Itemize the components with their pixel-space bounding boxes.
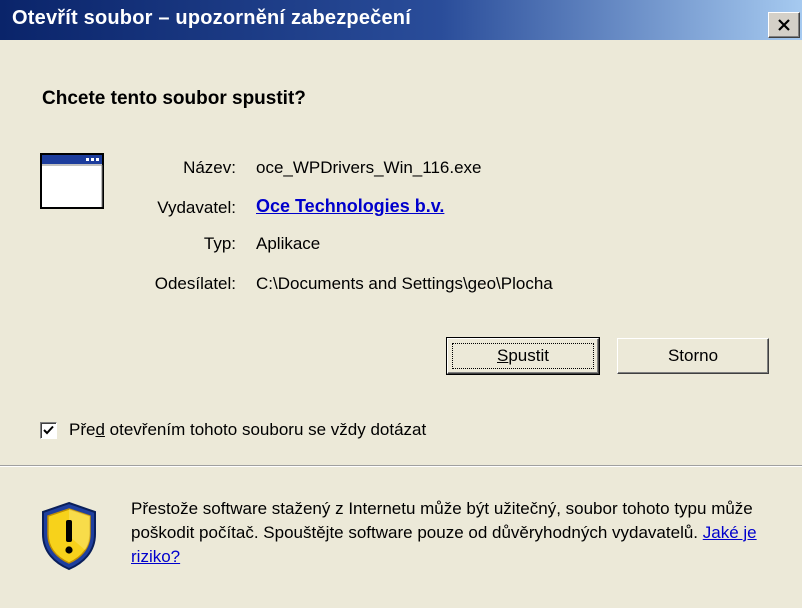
security-shield-warning-icon	[38, 500, 100, 577]
title-bar[interactable]: Otevřít soubor – upozornění zabezpečení	[0, 0, 802, 40]
always-ask-checkbox[interactable]	[40, 421, 57, 439]
run-button[interactable]: Spustit	[446, 337, 600, 375]
cancel-button-label: Storno	[667, 346, 719, 365]
always-ask-option[interactable]: Před otevřením tohoto souboru se vždy do…	[40, 420, 426, 440]
security-warning-text: Přestože software stažený z Internetu mů…	[131, 499, 757, 566]
focus-rectangle	[452, 343, 594, 369]
checkmark-icon	[43, 425, 54, 434]
publisher-label: Vydavatel:	[157, 198, 236, 217]
publisher-link[interactable]: Oce Technologies b.v.	[256, 196, 444, 216]
file-name-value: oce_WPDrivers_Win_116.exe	[256, 158, 482, 177]
window-title: Otevřít soubor – upozornění zabezpečení	[12, 7, 411, 29]
close-button[interactable]	[768, 12, 800, 38]
cancel-button[interactable]: Storno	[617, 338, 769, 374]
application-window-icon	[40, 153, 104, 214]
close-icon	[778, 19, 790, 31]
sender-value: C:\Documents and Settings\geo\Plocha	[256, 274, 553, 293]
sender-label: Odesílatel:	[154, 274, 236, 293]
file-name-label: Název:	[183, 158, 236, 177]
file-type-label: Typ:	[203, 234, 236, 253]
file-type-value: Aplikace	[256, 234, 321, 253]
section-divider	[0, 465, 802, 467]
always-ask-label[interactable]: Před otevřením tohoto souboru se vždy do…	[69, 420, 426, 440]
dialog-question: Chcete tento soubor spustit?	[42, 88, 306, 109]
